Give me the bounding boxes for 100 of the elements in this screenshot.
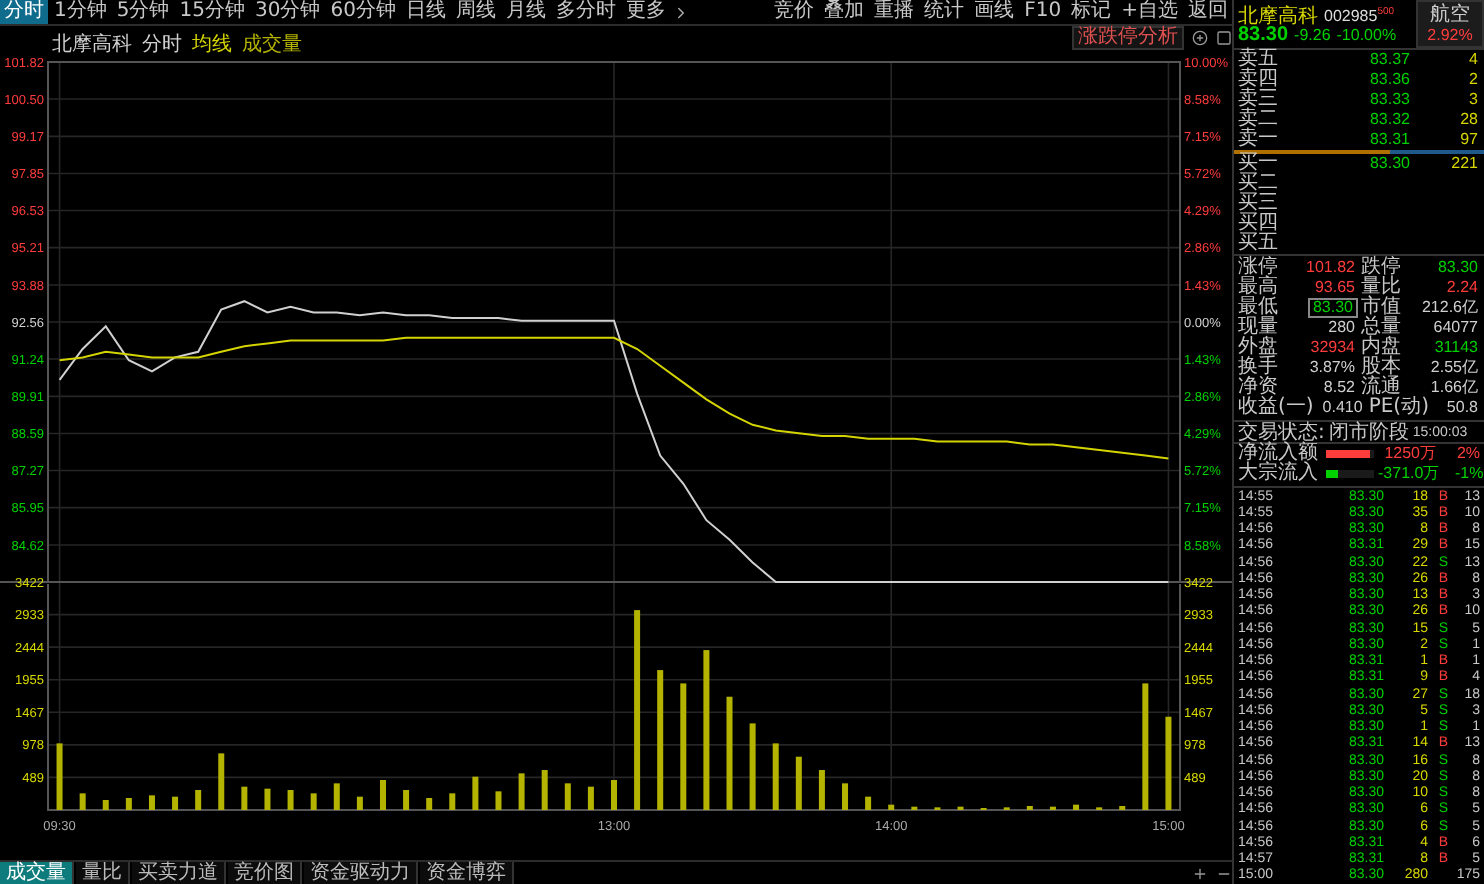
volume-bar (795, 756, 802, 810)
stat-label: 外盘 (1238, 338, 1278, 358)
stat-value: 32934 (1308, 338, 1357, 358)
indicator-tab[interactable]: 量比 (76, 861, 130, 884)
toolbar-button[interactable]: 重播 (870, 0, 919, 24)
period-tab[interactable]: 多分时 (551, 0, 620, 24)
period-tab[interactable]: 1分钟 (50, 0, 111, 24)
indicator-tab[interactable]: 竞价图 (228, 861, 302, 884)
stat-label: 跌停 (1361, 258, 1401, 278)
book-price: 83.37 (1367, 50, 1410, 70)
period-tab[interactable]: 30分钟 (250, 0, 325, 24)
book-price: 83.32 (1367, 110, 1410, 130)
legend-label: 均线 (192, 33, 232, 55)
toolbar-button[interactable]: 标记 (1067, 0, 1116, 24)
indicator-tab[interactable]: 买卖力道 (132, 861, 226, 884)
status-label: 交易状态: (1238, 422, 1325, 442)
book-volume: 28 (1458, 110, 1478, 130)
period-tab[interactable]: 周线 (451, 0, 500, 24)
volume-bar (772, 743, 779, 810)
stat-value: 3.87% (1307, 358, 1357, 378)
volume-bar (79, 793, 86, 810)
percent-change: -10.00% (1336, 24, 1397, 48)
book-label: 卖一 (1238, 130, 1280, 150)
book-label: 买一 (1238, 154, 1280, 174)
stat-value: 2.55亿 (1428, 358, 1480, 378)
indicator-tab[interactable]: 成交量 (0, 861, 74, 884)
stat-value: 50.8 (1444, 398, 1480, 418)
legend-label: 分时 (142, 33, 182, 55)
flow-label: 净流入额 (1238, 444, 1320, 464)
stat-label: 流通 (1361, 378, 1401, 398)
zoom-in-icon[interactable] (1192, 865, 1208, 881)
volume-bar (865, 796, 872, 810)
volume-bar (426, 798, 433, 810)
book-volume: 3 (1467, 90, 1478, 110)
period-tab[interactable]: 60分钟 (326, 0, 400, 24)
period-tab[interactable]: 分时 (0, 0, 48, 24)
stat-value: 2.24 (1444, 278, 1480, 298)
book-label: 卖四 (1238, 70, 1280, 90)
stat-value: 31143 (1432, 338, 1480, 358)
period-tab[interactable]: 月线 (501, 0, 550, 24)
sector-box[interactable]: 航空 2.92% (1416, 0, 1484, 48)
volume-bar (356, 796, 363, 810)
toolbar-button[interactable]: F10 (1020, 0, 1066, 24)
stat-label: 股本 (1361, 358, 1401, 378)
stat-label: 涨停 (1238, 258, 1278, 278)
volume-bar (449, 793, 456, 810)
stat-value: 101.82 (1304, 258, 1357, 278)
book-label: 买五 (1238, 234, 1280, 254)
volume-bar (403, 790, 410, 810)
book-price: 83.30 (1367, 154, 1410, 174)
volume-bar (125, 798, 132, 810)
volume-bar (1165, 716, 1172, 810)
volume-bar (195, 790, 202, 810)
stat-value: 280 (1326, 318, 1357, 338)
stat-value: 83.30 (1435, 258, 1480, 278)
book-volume: 4 (1467, 50, 1478, 70)
analysis-button[interactable]: 涨跌停分析 (1072, 26, 1184, 50)
volume-bar (333, 783, 340, 810)
plus-circle-icon[interactable] (1192, 30, 1208, 46)
stat-value: 0.410 (1320, 398, 1365, 418)
book-label: 卖三 (1238, 90, 1280, 110)
flow-percent: 2% (1454, 444, 1480, 464)
stat-label: 总量 (1361, 318, 1401, 338)
stat-label: 内盘 (1361, 338, 1401, 358)
volume-bar (495, 791, 502, 810)
stat-label: 换手 (1238, 358, 1278, 378)
volume-bar (218, 753, 225, 810)
status-phase: 闭市阶段 (1328, 422, 1409, 442)
period-tab[interactable]: 5分钟 (112, 0, 174, 24)
flow-amount: -371.0万 (1378, 464, 1440, 484)
volume-bar (657, 670, 664, 810)
volume-bar (241, 786, 248, 810)
stat-label: 现量 (1238, 318, 1278, 338)
volume-bar (611, 780, 617, 810)
volume-bar (818, 770, 825, 810)
volume-bar (888, 804, 895, 810)
volume-bar (102, 800, 109, 810)
volume-bar (380, 780, 386, 810)
toolbar-button[interactable]: +自选 (1117, 0, 1182, 24)
indicator-tab[interactable]: 资金驱动力 (304, 861, 418, 884)
volume-bar (680, 683, 687, 810)
book-label: 买三 (1238, 194, 1280, 214)
stat-label: 净资 (1238, 378, 1278, 398)
square-icon[interactable] (1216, 30, 1232, 46)
stat-value: 93.65 (1312, 278, 1357, 298)
stat-value: 8.52 (1321, 378, 1357, 398)
period-tab[interactable]: 15分钟 (175, 0, 249, 24)
period-tab[interactable]: 日线 (401, 0, 450, 24)
toolbar-button[interactable]: 画线 (970, 0, 1019, 24)
stat-value: 1.66亿 (1428, 378, 1480, 398)
toolbar-button[interactable]: 返回 (1184, 0, 1232, 24)
stat-label: 市值 (1361, 298, 1401, 318)
flow-label: 大宗流入 (1238, 464, 1320, 484)
volume-bar (564, 783, 571, 810)
toolbar-button[interactable]: 叠加 (820, 0, 869, 24)
sector-change: 2.92% (1427, 26, 1473, 44)
period-tab[interactable]: 更多 (621, 0, 670, 24)
book-price: 83.33 (1367, 90, 1410, 110)
indicator-tab[interactable]: 资金博弈 (420, 861, 514, 884)
chart-title: 北摩高科 (52, 33, 132, 55)
